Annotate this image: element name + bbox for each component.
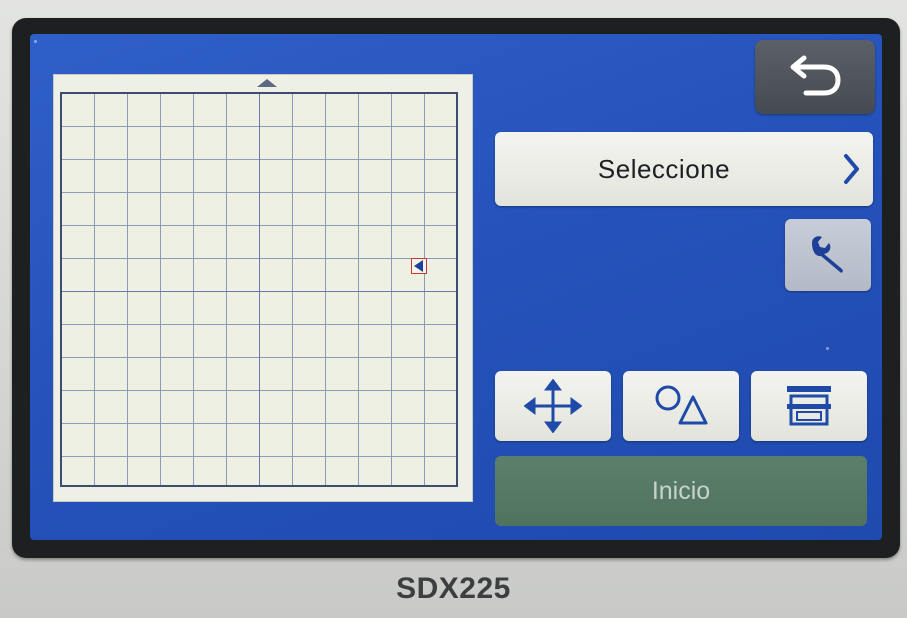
touch-screen: Seleccione Inicio bbox=[30, 34, 882, 540]
mat-preview bbox=[53, 74, 473, 502]
wrench-icon bbox=[812, 236, 843, 273]
back-button[interactable] bbox=[755, 40, 875, 114]
settings-button[interactable] bbox=[785, 219, 871, 291]
select-button[interactable]: Seleccione bbox=[495, 132, 873, 206]
shapes-circle-triangle-icon bbox=[655, 385, 708, 425]
mat-grid bbox=[60, 92, 458, 487]
mat-top-marker bbox=[257, 79, 277, 87]
select-button-label: Seleccione bbox=[597, 153, 731, 184]
move-arrows-icon bbox=[524, 379, 582, 433]
move-button[interactable] bbox=[495, 371, 611, 441]
chevron-right-icon bbox=[844, 154, 859, 184]
cursor-pointer-icon bbox=[414, 260, 423, 272]
mat-tray-button[interactable] bbox=[751, 371, 867, 441]
shapes-button[interactable] bbox=[623, 371, 739, 441]
back-arrow-icon bbox=[790, 55, 841, 96]
head-position-cursor bbox=[411, 258, 427, 274]
screen-speck bbox=[34, 40, 37, 43]
start-button-label: Inicio bbox=[651, 476, 711, 505]
screen-speck bbox=[826, 347, 829, 350]
mat-tray-icon bbox=[787, 386, 831, 426]
start-button[interactable]: Inicio bbox=[495, 456, 867, 526]
device-model-label: SDX225 bbox=[396, 572, 511, 605]
device-body: Seleccione Inicio SDX225 bbox=[0, 0, 907, 618]
